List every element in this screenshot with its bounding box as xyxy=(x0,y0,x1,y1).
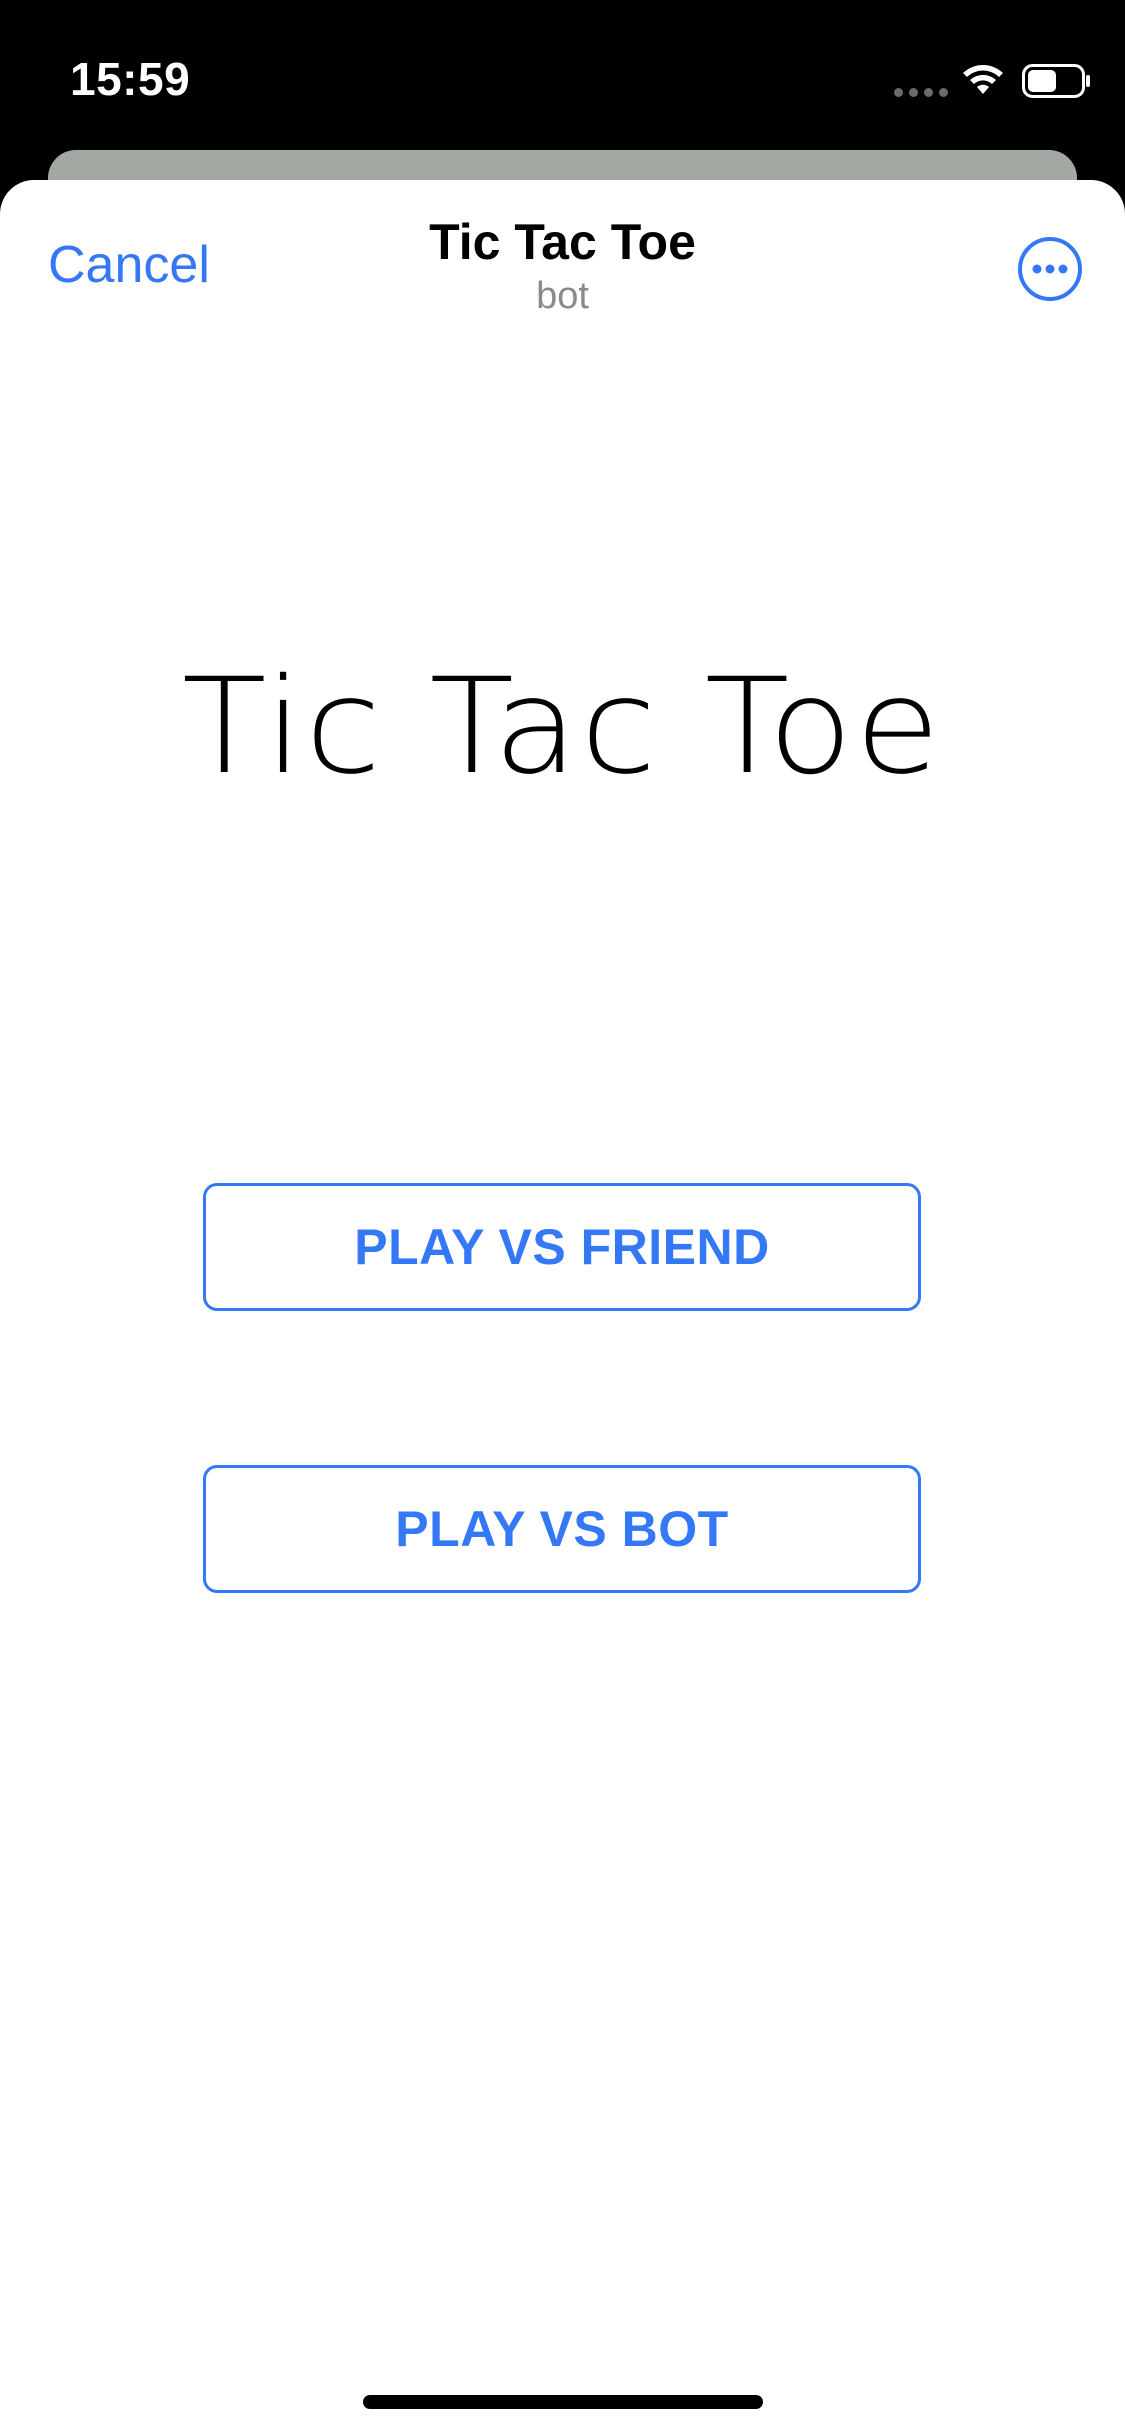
battery-icon xyxy=(1022,64,1090,98)
modal-sheet: Cancel Tic Tac Toe bot Tic Tac Toe PLAY … xyxy=(0,180,1125,2436)
navigation-bar: Cancel Tic Tac Toe bot xyxy=(0,180,1125,330)
play-vs-friend-button[interactable]: PLAY VS FRIEND xyxy=(203,1183,921,1311)
status-bar: 15:59 xyxy=(0,0,1125,150)
game-title-text: Tic Tac Toe xyxy=(182,650,943,804)
nav-title: Tic Tac Toe xyxy=(429,214,696,270)
play-vs-bot-button[interactable]: PLAY VS BOT xyxy=(203,1465,921,1593)
home-indicator[interactable] xyxy=(363,2395,763,2409)
signal-icon xyxy=(894,88,948,97)
more-circle-icon[interactable] xyxy=(1016,235,1084,303)
status-time: 15:59 xyxy=(70,53,191,105)
wifi-icon xyxy=(963,65,1003,94)
screen: 15:59 Cancel Tic Tac Toe bot Tic Tac Toe… xyxy=(0,0,1125,2436)
game-title: Tic Tac Toe xyxy=(0,650,1125,804)
nav-subtitle: bot xyxy=(536,275,589,317)
